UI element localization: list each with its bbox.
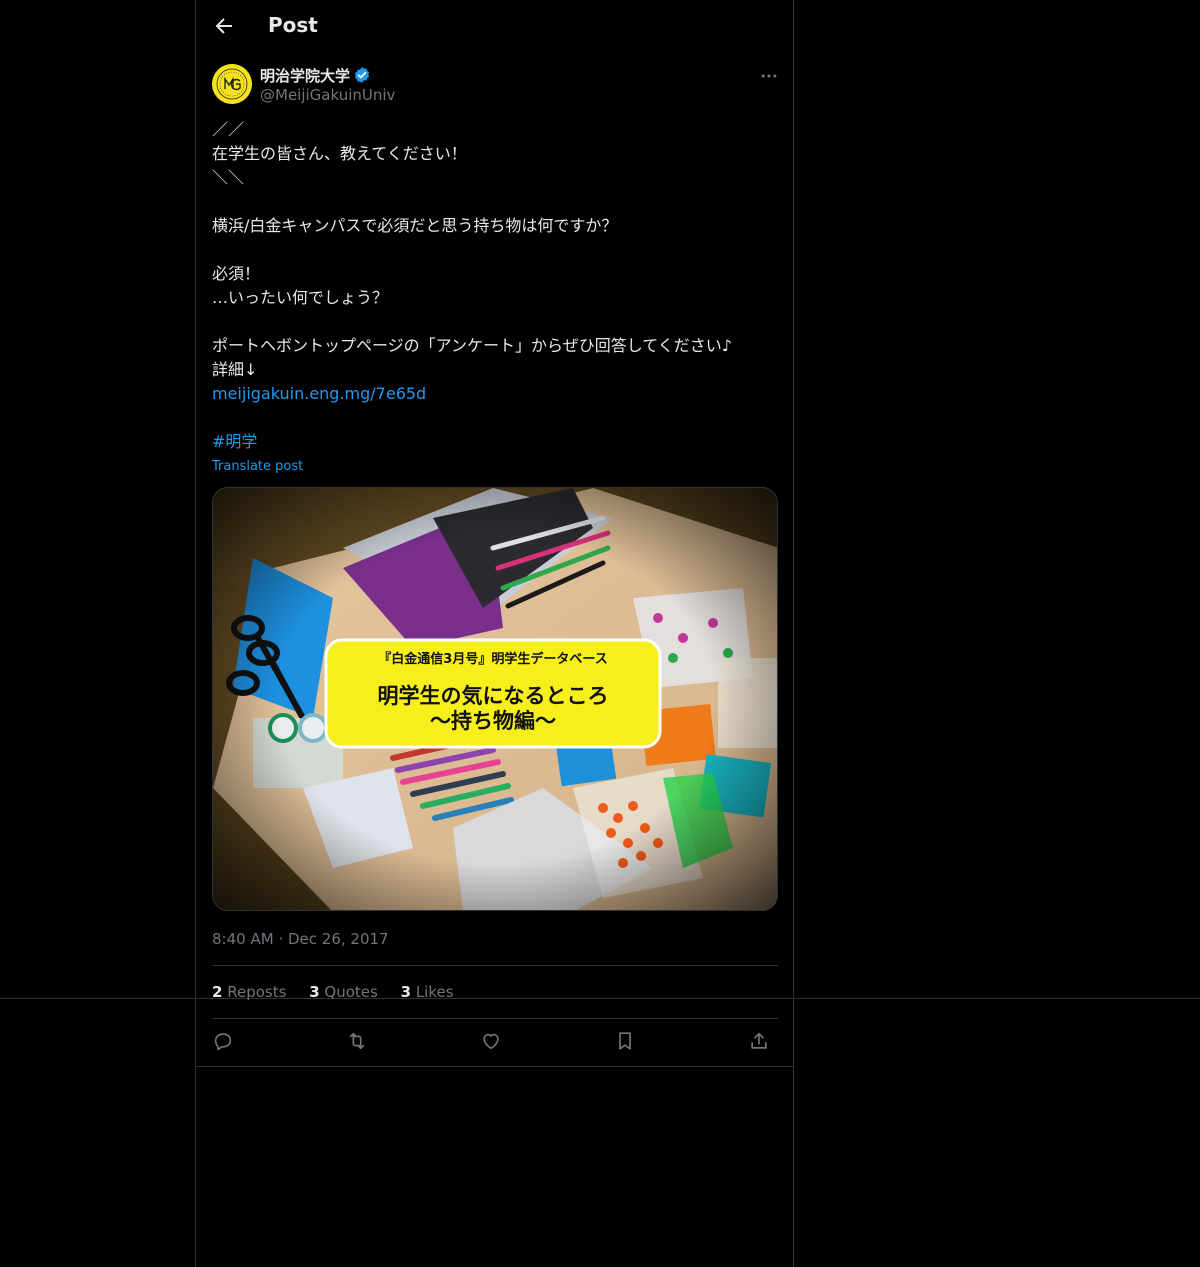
- post-time: 8:40 AM: [212, 930, 274, 948]
- repost-button[interactable]: [346, 1030, 370, 1054]
- back-button[interactable]: [212, 14, 236, 38]
- avatar[interactable]: [212, 64, 252, 104]
- banner-title-2: 〜持ち物編〜: [430, 709, 556, 733]
- quotes-stat[interactable]: 3 Quotes: [309, 983, 378, 1001]
- post-line: ポートヘボントップページの「アンケート」からぜひ回答してください♪: [212, 336, 732, 355]
- banner-title: 明学生の気になるところ: [378, 684, 609, 708]
- page-title: Post: [268, 13, 318, 37]
- author-name[interactable]: 明治学院大学: [260, 65, 350, 86]
- action-bar: [212, 1030, 778, 1054]
- like-button[interactable]: [480, 1030, 504, 1054]
- post-date: Dec 26, 2017: [288, 930, 389, 948]
- post-line: ／／: [212, 120, 245, 139]
- post-text: ／／ 在学生の皆さん、教えてください！ ＼＼ 横浜/白金キャンパスで必須だと思う…: [212, 118, 772, 454]
- engagement-stats: 2 Reposts 3 Quotes 3 Likes: [212, 983, 472, 1001]
- verified-badge-icon: [354, 67, 370, 83]
- post-line: 必須！: [212, 264, 261, 283]
- post-line: 在学生の皆さん、教えてください！: [212, 144, 467, 163]
- translate-post-link[interactable]: Translate post: [212, 459, 303, 474]
- share-button[interactable]: [748, 1030, 772, 1054]
- post-line: [212, 190, 772, 214]
- post-column: Post 明治学院大学 @MeijiGakuinUniv ／／ 在学生の皆さん、…: [195, 0, 794, 1267]
- post-line: …いったい何でしょう？: [212, 288, 389, 307]
- divider: [212, 965, 778, 966]
- more-button[interactable]: [759, 66, 779, 86]
- reply-button[interactable]: [212, 1030, 236, 1054]
- banner-subtitle: 『白金通信3月号』明学生データベース: [378, 651, 607, 667]
- post-line: [212, 238, 772, 262]
- share-icon: [751, 1032, 767, 1049]
- header: Post: [196, 0, 795, 54]
- author-handle[interactable]: @MeijiGakuinUniv: [260, 86, 395, 104]
- post-line: 詳細↓: [212, 360, 258, 379]
- university-logo-icon: [212, 64, 252, 104]
- post-line: [212, 310, 772, 334]
- bookmark-icon: [619, 1032, 631, 1050]
- bookmark-button[interactable]: [614, 1030, 638, 1054]
- repost-icon: [349, 1032, 365, 1050]
- like-icon: [483, 1033, 499, 1050]
- post-line: 横浜/白金キャンパスで必須だと思う持ち物は何ですか？: [212, 216, 618, 235]
- post-image[interactable]: 『白金通信3月号』明学生データベース 明学生の気になるところ 〜持ち物編〜: [212, 487, 778, 911]
- back-arrow-icon: [215, 18, 232, 34]
- likes-stat[interactable]: 3 Likes: [401, 983, 454, 1001]
- post-timestamp[interactable]: 8:40 AM · Dec 26, 2017: [212, 930, 389, 948]
- hashtag-link[interactable]: #明学: [212, 432, 257, 451]
- post-line: ＼＼: [212, 168, 245, 187]
- supplies-photo: 『白金通信3月号』明学生データベース 明学生の気になるところ 〜持ち物編〜: [213, 488, 777, 910]
- divider: [212, 1018, 778, 1019]
- reposts-stat[interactable]: 2 Reposts: [212, 983, 286, 1001]
- post-link[interactable]: meijigakuin.eng.mg/7e65d: [212, 384, 426, 403]
- reply-icon: [214, 1033, 232, 1051]
- meta-dot: ·: [278, 930, 284, 948]
- divider: [196, 1066, 793, 1067]
- more-icon: [761, 74, 777, 78]
